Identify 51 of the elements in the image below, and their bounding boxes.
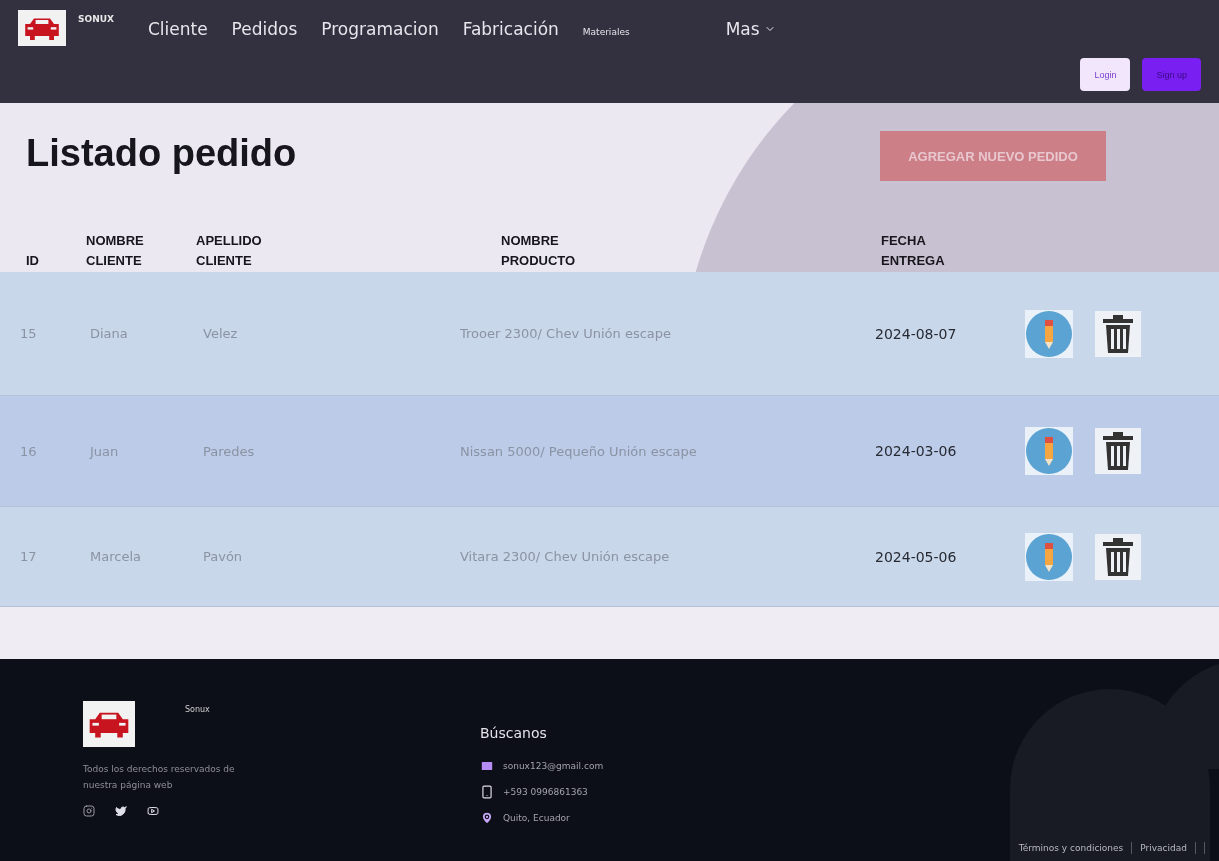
car-icon (22, 15, 62, 41)
rights-text: Todos los derechos reservados de nuestra página web (83, 763, 236, 793)
footer-link[interactable]: Términos y condiciones (1018, 843, 1124, 853)
table-cell-text: 2024-05-06 (875, 548, 958, 565)
pencil-icon[interactable] (1025, 427, 1073, 475)
mail-icon (480, 759, 494, 773)
phone-icon (480, 785, 494, 799)
table-cell-text: Nissan 5000/ Pequeño Unión escape (459, 443, 698, 459)
trash-icon[interactable] (1095, 428, 1141, 474)
location-pin-icon (480, 811, 494, 825)
trash-icon[interactable] (1095, 310, 1141, 357)
table-cell-text: 16 (20, 443, 38, 459)
table-cell-text: 17 (20, 549, 38, 564)
table-cell-text: 2024-03-06 (875, 443, 958, 459)
footer-link[interactable]: Privacidad (1140, 843, 1187, 853)
more-menu[interactable]: Mas (725, 19, 776, 39)
table-cell-text: Diana (89, 326, 129, 341)
table-cell-text: 15 (20, 326, 38, 341)
column-header: NOMBRE PRODUCTO (501, 232, 576, 270)
login-button[interactable]: Login (1080, 58, 1131, 91)
nav-link[interactable]: Materiales (582, 27, 630, 37)
column-header: ID (26, 251, 39, 270)
contact-text: +593 0996861363 (503, 787, 588, 797)
nav-link[interactable]: Pedidos (231, 19, 298, 39)
table-cell-text: Juan (88, 443, 120, 459)
table-cell-text: Vitara 2300/ Chev Unión escape (459, 549, 671, 564)
nav-link[interactable]: Fabricación (462, 19, 559, 39)
column-header: FECHA ENTREGA (881, 232, 945, 270)
logo[interactable] (18, 10, 66, 46)
instagram-icon[interactable] (83, 805, 95, 818)
nav-link[interactable]: Programacion (321, 19, 439, 39)
brand-name: SONUX (78, 14, 114, 24)
table-cell-text: Marcela (89, 549, 142, 564)
table-cell-text: Paredes (202, 443, 256, 459)
table-cell-text: Velez (202, 326, 239, 341)
column-header: APELLIDO CLIENTE (196, 232, 262, 270)
table-cell-text: Trooer 2300/ Chev Unión escape (459, 326, 673, 341)
contact-title: Búscanos (480, 725, 548, 741)
youtube-icon[interactable] (147, 805, 159, 818)
contact-text: sonux123@gmail.com (503, 761, 604, 771)
pencil-icon[interactable] (1025, 309, 1073, 358)
footer-brand: Sonux (185, 705, 210, 716)
twitter-icon[interactable] (115, 805, 127, 818)
column-header: NOMBRE CLIENTE (86, 232, 144, 270)
contact-text: Quito, Ecuador (503, 813, 570, 823)
table-cell-text: Pavón (202, 549, 244, 564)
page-title: Listado pedido (26, 131, 297, 175)
nav-link[interactable]: Cliente (147, 19, 208, 39)
trash-icon[interactable] (1095, 533, 1141, 580)
table-cell-text: 2024-08-07 (875, 325, 958, 342)
pencil-icon[interactable] (1025, 532, 1073, 581)
